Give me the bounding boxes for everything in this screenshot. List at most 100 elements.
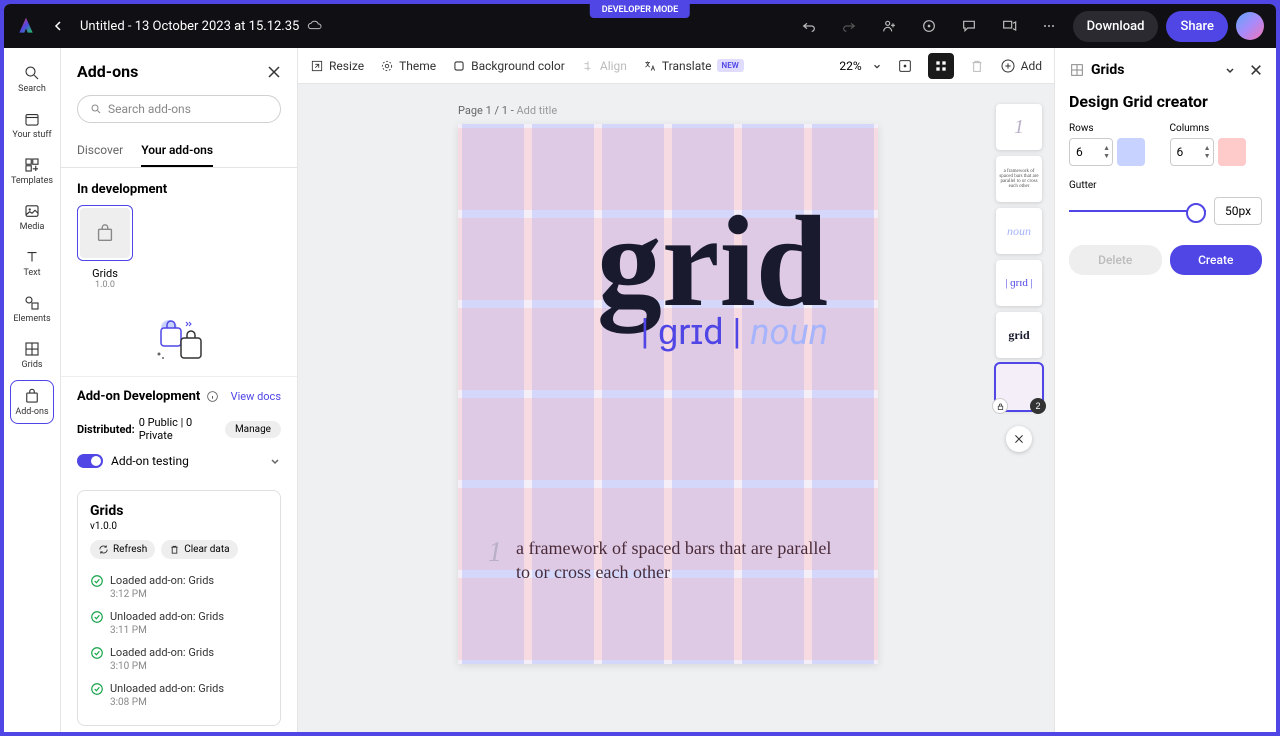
app-logo[interactable] xyxy=(16,16,36,36)
theme-button[interactable]: Theme xyxy=(380,59,436,73)
thumb-3[interactable]: noun xyxy=(996,208,1042,254)
gutter-label: Gutter xyxy=(1069,180,1262,191)
rpanel-head-title: Grids xyxy=(1091,62,1124,78)
gutter-value[interactable]: 50px xyxy=(1214,197,1262,225)
rail-media[interactable]: Media xyxy=(4,194,60,240)
check-icon xyxy=(90,574,104,588)
thumb-6[interactable]: 2 xyxy=(996,364,1042,410)
testing-toggle[interactable] xyxy=(77,454,103,468)
rows-input[interactable]: 6▲▼ xyxy=(1069,138,1113,166)
bgcolor-button[interactable]: Background color xyxy=(452,59,565,73)
rail-grids[interactable]: Grids xyxy=(4,332,60,378)
log-list: Loaded add-on: Grids3:12 PM Unloaded add… xyxy=(90,569,268,713)
distributed-label: Distributed: xyxy=(77,423,135,436)
def-number: 1 xyxy=(488,537,502,584)
grids-icon xyxy=(1069,62,1085,78)
download-button[interactable]: Download xyxy=(1073,11,1159,42)
testing-label: Add-on testing xyxy=(111,454,189,468)
manage-button[interactable]: Manage xyxy=(225,421,281,438)
left-rail: Search Your stuff Templates Media Text E… xyxy=(4,48,61,732)
delete-button[interactable] xyxy=(964,53,990,79)
refresh-icon xyxy=(98,544,109,555)
cols-input[interactable]: 6▲▼ xyxy=(1170,138,1214,166)
thumb-1[interactable]: 1 xyxy=(996,104,1042,150)
chevron-down-icon[interactable] xyxy=(269,455,281,467)
new-badge: NEW xyxy=(717,59,744,72)
dev-section-title: Add-on Development xyxy=(77,389,200,404)
addon-dev-card: Grids v1.0.0 Refresh Clear data Loaded a… xyxy=(77,490,281,726)
art-word: grid xyxy=(478,144,858,321)
thumb-count-badge: 2 xyxy=(1030,398,1046,414)
grid-create-button[interactable]: Create xyxy=(1170,245,1263,275)
search-input[interactable]: Search add-ons xyxy=(77,95,281,123)
zoom-level[interactable]: 22% xyxy=(839,59,861,73)
document-title[interactable]: Untitled - 13 October 2023 at 15.12.35 xyxy=(80,19,299,34)
align-button: Align xyxy=(581,59,627,73)
more-icon[interactable] xyxy=(1033,10,1065,42)
tab-discover[interactable]: Discover xyxy=(77,135,123,167)
share-button[interactable]: Share xyxy=(1166,11,1228,42)
gutter-slider[interactable] xyxy=(1069,210,1206,212)
artboard[interactable]: grid | ɡrɪd | noun 1 a framework of spac… xyxy=(458,124,878,664)
dev-mode-badge: DEVELOPER MODE xyxy=(590,2,690,18)
lock-icon xyxy=(992,398,1008,414)
resize-button[interactable]: Resize xyxy=(310,59,364,73)
grid-view-button[interactable] xyxy=(928,53,954,79)
canvas-area: Resize Theme Background color Align Tran… xyxy=(298,48,1054,732)
comment-icon[interactable] xyxy=(953,10,985,42)
add-button[interactable]: Add xyxy=(1000,58,1042,74)
addon-version: 1.0.0 xyxy=(77,280,133,290)
view-docs-link[interactable]: View docs xyxy=(231,390,281,403)
trash-icon xyxy=(169,544,180,555)
in-development-heading: In development xyxy=(61,168,297,205)
log-entry: Loaded add-on: Grids3:10 PM xyxy=(90,641,268,677)
user-avatar[interactable] xyxy=(1236,12,1264,40)
art-noun: noun xyxy=(750,311,828,353)
redo-button[interactable] xyxy=(833,10,865,42)
translate-button[interactable]: TranslateNEW xyxy=(643,59,744,73)
rail-text[interactable]: Text xyxy=(4,240,60,286)
help-icon[interactable] xyxy=(913,10,945,42)
search-icon xyxy=(90,103,102,115)
layout-button[interactable] xyxy=(892,53,918,79)
cols-label: Columns xyxy=(1170,123,1263,134)
log-entry: Unloaded add-on: Grids3:11 PM xyxy=(90,605,268,641)
art-phonetic: | ɡrɪd | xyxy=(640,311,741,353)
chevron-down-icon[interactable] xyxy=(872,61,882,71)
rows-label: Rows xyxy=(1069,123,1162,134)
rail-elements[interactable]: Elements xyxy=(4,286,60,332)
rail-search[interactable]: Search xyxy=(4,56,60,102)
close-panel-icon[interactable] xyxy=(267,65,281,79)
add-title-link[interactable]: Add title xyxy=(516,104,557,117)
info-icon[interactable] xyxy=(206,390,219,403)
stepper-icon[interactable]: ▲▼ xyxy=(1204,144,1211,160)
close-icon[interactable] xyxy=(1250,64,1262,76)
thumb-5[interactable]: grid xyxy=(996,312,1042,358)
rows-color-swatch[interactable] xyxy=(1117,138,1145,166)
rail-addons[interactable]: Add-ons xyxy=(10,380,54,424)
refresh-button[interactable]: Refresh xyxy=(90,540,155,559)
invite-icon[interactable] xyxy=(873,10,905,42)
cols-color-swatch[interactable] xyxy=(1218,138,1246,166)
distributed-value: 0 Public | 0 Private xyxy=(139,416,225,442)
rail-templates[interactable]: Templates xyxy=(4,148,60,194)
cloud-icon xyxy=(307,18,323,34)
back-button[interactable] xyxy=(48,16,68,36)
present-icon[interactable] xyxy=(993,10,1025,42)
undo-button[interactable] xyxy=(793,10,825,42)
thumb-2[interactable]: a framework of spaced bars that are para… xyxy=(996,156,1042,202)
chevron-down-icon[interactable] xyxy=(1224,64,1236,76)
canvas[interactable]: Page 1 / 1 - Add title grid | ɡrɪd | nou… xyxy=(298,84,1054,732)
stepper-icon[interactable]: ▲▼ xyxy=(1103,144,1110,160)
thumb-4[interactable]: | ɡrɪd | xyxy=(996,260,1042,306)
rail-your-stuff[interactable]: Your stuff xyxy=(4,102,60,148)
check-icon xyxy=(90,682,104,696)
log-entry: Unloaded add-on: Grids3:08 PM xyxy=(90,677,268,713)
panel-title: Add-ons xyxy=(77,62,138,81)
grid-delete-button[interactable]: Delete xyxy=(1069,245,1162,275)
addon-tile-grids[interactable]: Grids 1.0.0 xyxy=(77,205,133,290)
close-thumbnails-button[interactable] xyxy=(1006,426,1032,452)
addons-panel: Add-ons Search add-ons Discover Your add… xyxy=(61,48,298,732)
clear-data-button[interactable]: Clear data xyxy=(161,540,237,559)
tab-your-addons[interactable]: Your add-ons xyxy=(141,135,213,167)
